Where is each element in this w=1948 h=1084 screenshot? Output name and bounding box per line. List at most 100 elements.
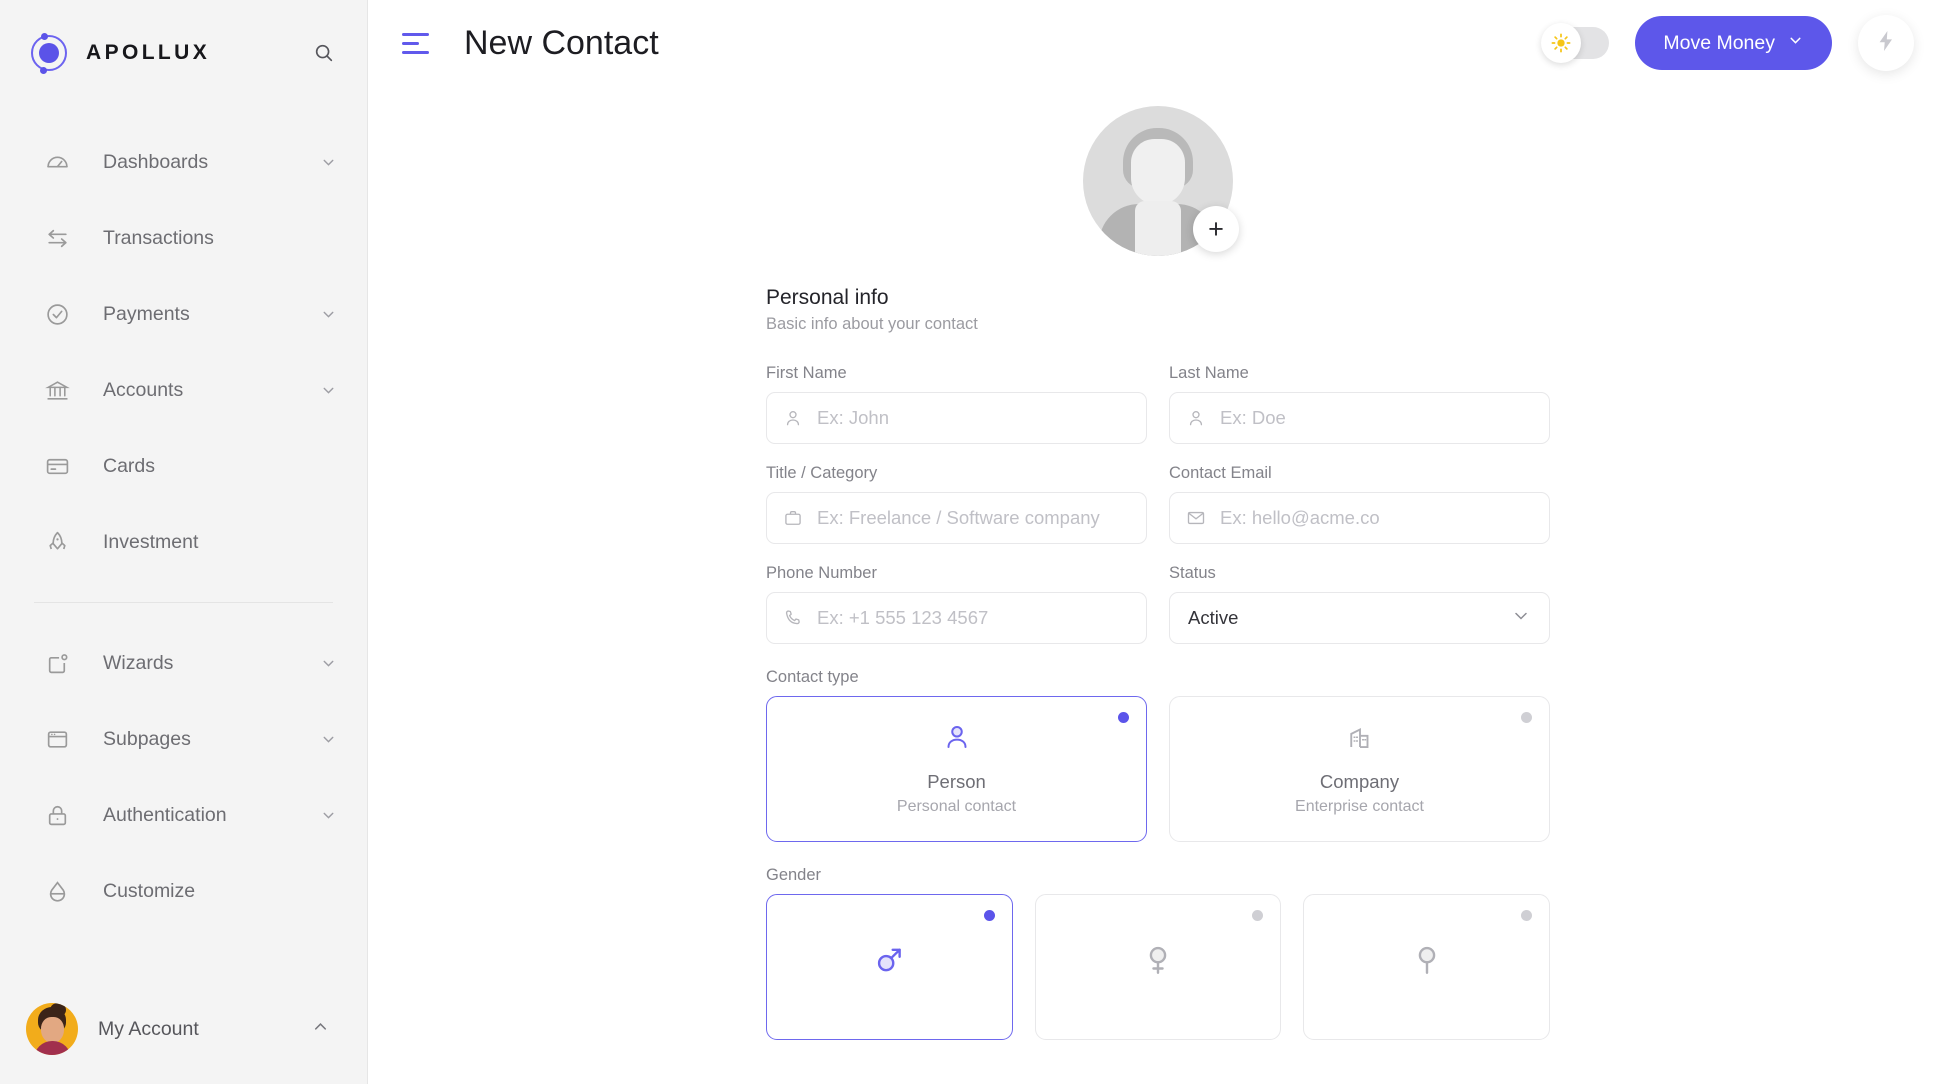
gender-option-other[interactable]	[1303, 894, 1550, 1040]
sidebar-item-my-account[interactable]: My Account	[0, 974, 368, 1084]
contact-email-input[interactable]	[1220, 507, 1533, 529]
sidebar-item-label: Authentication	[103, 803, 227, 826]
field-phone-number: Phone Number	[766, 564, 1147, 644]
sidebar-item-label: Investment	[103, 530, 199, 553]
sidebar-item-wizards[interactable]: Wizards	[0, 625, 367, 701]
sidebar-item-authentication[interactable]: Authentication	[0, 777, 367, 853]
sidebar-item-cards[interactable]: Cards	[0, 428, 367, 504]
fields-grid: First Name Last Name	[766, 364, 1550, 644]
contact-type-options: Person Personal contact Company Enterpri…	[766, 696, 1550, 842]
quick-action-button[interactable]	[1858, 15, 1914, 71]
contact-type-group: Contact type Person Personal contact Com	[766, 668, 1550, 842]
wizard-icon	[44, 650, 70, 676]
section-subtitle: Basic info about your contact	[766, 315, 978, 333]
person-icon	[942, 722, 972, 757]
status-select[interactable]: Active	[1169, 592, 1550, 644]
sidebar-item-label: Accounts	[103, 378, 184, 401]
droplet-icon	[44, 878, 70, 904]
sidebar-item-dashboards[interactable]: Dashboards	[0, 124, 367, 200]
sidebar-nav: Dashboards Transactions Payments Account…	[0, 106, 367, 929]
user-placeholder-avatar: +	[1083, 106, 1239, 256]
phone-number-input-wrap[interactable]	[766, 592, 1147, 644]
chevron-down-icon	[1787, 32, 1804, 55]
sidebar: APOLLUX Dashboards Transactions Payments…	[0, 0, 368, 1084]
main-content: New Contact Move Money + Personal info B…	[368, 0, 1948, 1084]
gender-option-female[interactable]	[1034, 894, 1282, 1040]
gauge-icon	[44, 149, 70, 175]
field-label: Contact Email	[1169, 464, 1272, 482]
apollux-logo-icon	[28, 32, 70, 74]
bank-icon	[44, 377, 70, 403]
section-title: Personal info	[766, 286, 889, 309]
sidebar-item-accounts[interactable]: Accounts	[0, 352, 367, 428]
sidebar-item-subpages[interactable]: Subpages	[0, 701, 367, 777]
move-money-label: Move Money	[1663, 31, 1775, 54]
search-icon[interactable]	[311, 40, 337, 66]
field-label: Phone Number	[766, 564, 877, 582]
sidebar-item-label: Wizards	[103, 651, 174, 674]
rocket-icon	[44, 529, 70, 555]
field-label: Title / Category	[766, 464, 878, 482]
neutral-symbol-icon	[1410, 943, 1444, 982]
field-title-category: Title / Category	[766, 464, 1147, 544]
chevron-down-icon[interactable]	[320, 655, 337, 672]
avatar-upload-block: +	[766, 106, 1550, 256]
radio-dot	[983, 910, 995, 921]
avatar	[26, 1003, 78, 1055]
hamburger-icon[interactable]	[402, 29, 436, 57]
radio-dot	[1521, 910, 1532, 921]
field-label: First Name	[766, 364, 847, 382]
phone-number-input[interactable]	[817, 607, 1130, 629]
last-name-input[interactable]	[1220, 407, 1533, 429]
title-category-input[interactable]	[817, 507, 1130, 529]
app-root: APOLLUX Dashboards Transactions Payments…	[0, 0, 1948, 1084]
sidebar-divider	[34, 602, 333, 603]
gender-group: Gender	[766, 866, 1550, 1040]
first-name-input[interactable]	[817, 407, 1130, 429]
contact-email-input-wrap[interactable]	[1169, 492, 1550, 544]
option-desc: Personal contact	[896, 798, 1017, 815]
radio-dot	[1118, 712, 1129, 723]
chevron-down-icon[interactable]	[320, 154, 337, 171]
first-name-input-wrap[interactable]	[766, 392, 1147, 444]
check-circle-icon	[44, 301, 70, 327]
brand-name: APOLLUX	[86, 41, 211, 64]
sidebar-item-transactions[interactable]: Transactions	[0, 200, 367, 276]
field-last-name: Last Name	[1169, 364, 1550, 444]
move-money-button[interactable]: Move Money	[1635, 16, 1832, 70]
phone-icon	[783, 608, 804, 628]
title-category-input-wrap[interactable]	[766, 492, 1147, 544]
female-symbol-icon	[1141, 943, 1175, 982]
chevron-down-icon[interactable]	[320, 731, 337, 748]
field-label: Status	[1169, 564, 1216, 582]
add-photo-button[interactable]: +	[1193, 206, 1239, 252]
sidebar-item-label: Transactions	[103, 226, 214, 249]
chevron-down-icon[interactable]	[320, 807, 337, 824]
theme-toggle[interactable]	[1541, 23, 1610, 63]
contact-type-option-company[interactable]: Company Enterprise contact	[1169, 696, 1550, 842]
account-label: My Account	[98, 1017, 199, 1040]
radio-dot	[1521, 712, 1532, 723]
sidebar-item-label: Customize	[103, 879, 196, 902]
option-desc: Enterprise contact	[1295, 798, 1424, 815]
chevron-up-icon[interactable]	[311, 1017, 330, 1041]
male-symbol-icon	[872, 943, 906, 982]
gender-options	[766, 894, 1550, 1040]
field-label: Last Name	[1169, 364, 1249, 382]
sidebar-item-customize[interactable]: Customize	[0, 853, 367, 929]
chevron-down-icon[interactable]	[320, 306, 337, 323]
gender-option-male[interactable]	[766, 894, 1013, 1040]
lightning-bolt-icon	[1874, 29, 1898, 58]
sidebar-item-payments[interactable]: Payments	[0, 276, 367, 352]
chevron-down-icon[interactable]	[1511, 606, 1531, 631]
last-name-input-wrap[interactable]	[1169, 392, 1550, 444]
chevron-down-icon[interactable]	[320, 382, 337, 399]
sidebar-item-investment[interactable]: Investment	[0, 504, 367, 580]
field-contact-email: Contact Email	[1169, 464, 1550, 544]
contact-type-option-person[interactable]: Person Personal contact	[766, 696, 1147, 842]
option-name: Company	[1319, 771, 1400, 792]
radio-dot	[1252, 910, 1264, 921]
sidebar-item-label: Cards	[103, 454, 156, 477]
person-icon	[1186, 408, 1207, 428]
page-title: New Contact	[464, 23, 659, 62]
